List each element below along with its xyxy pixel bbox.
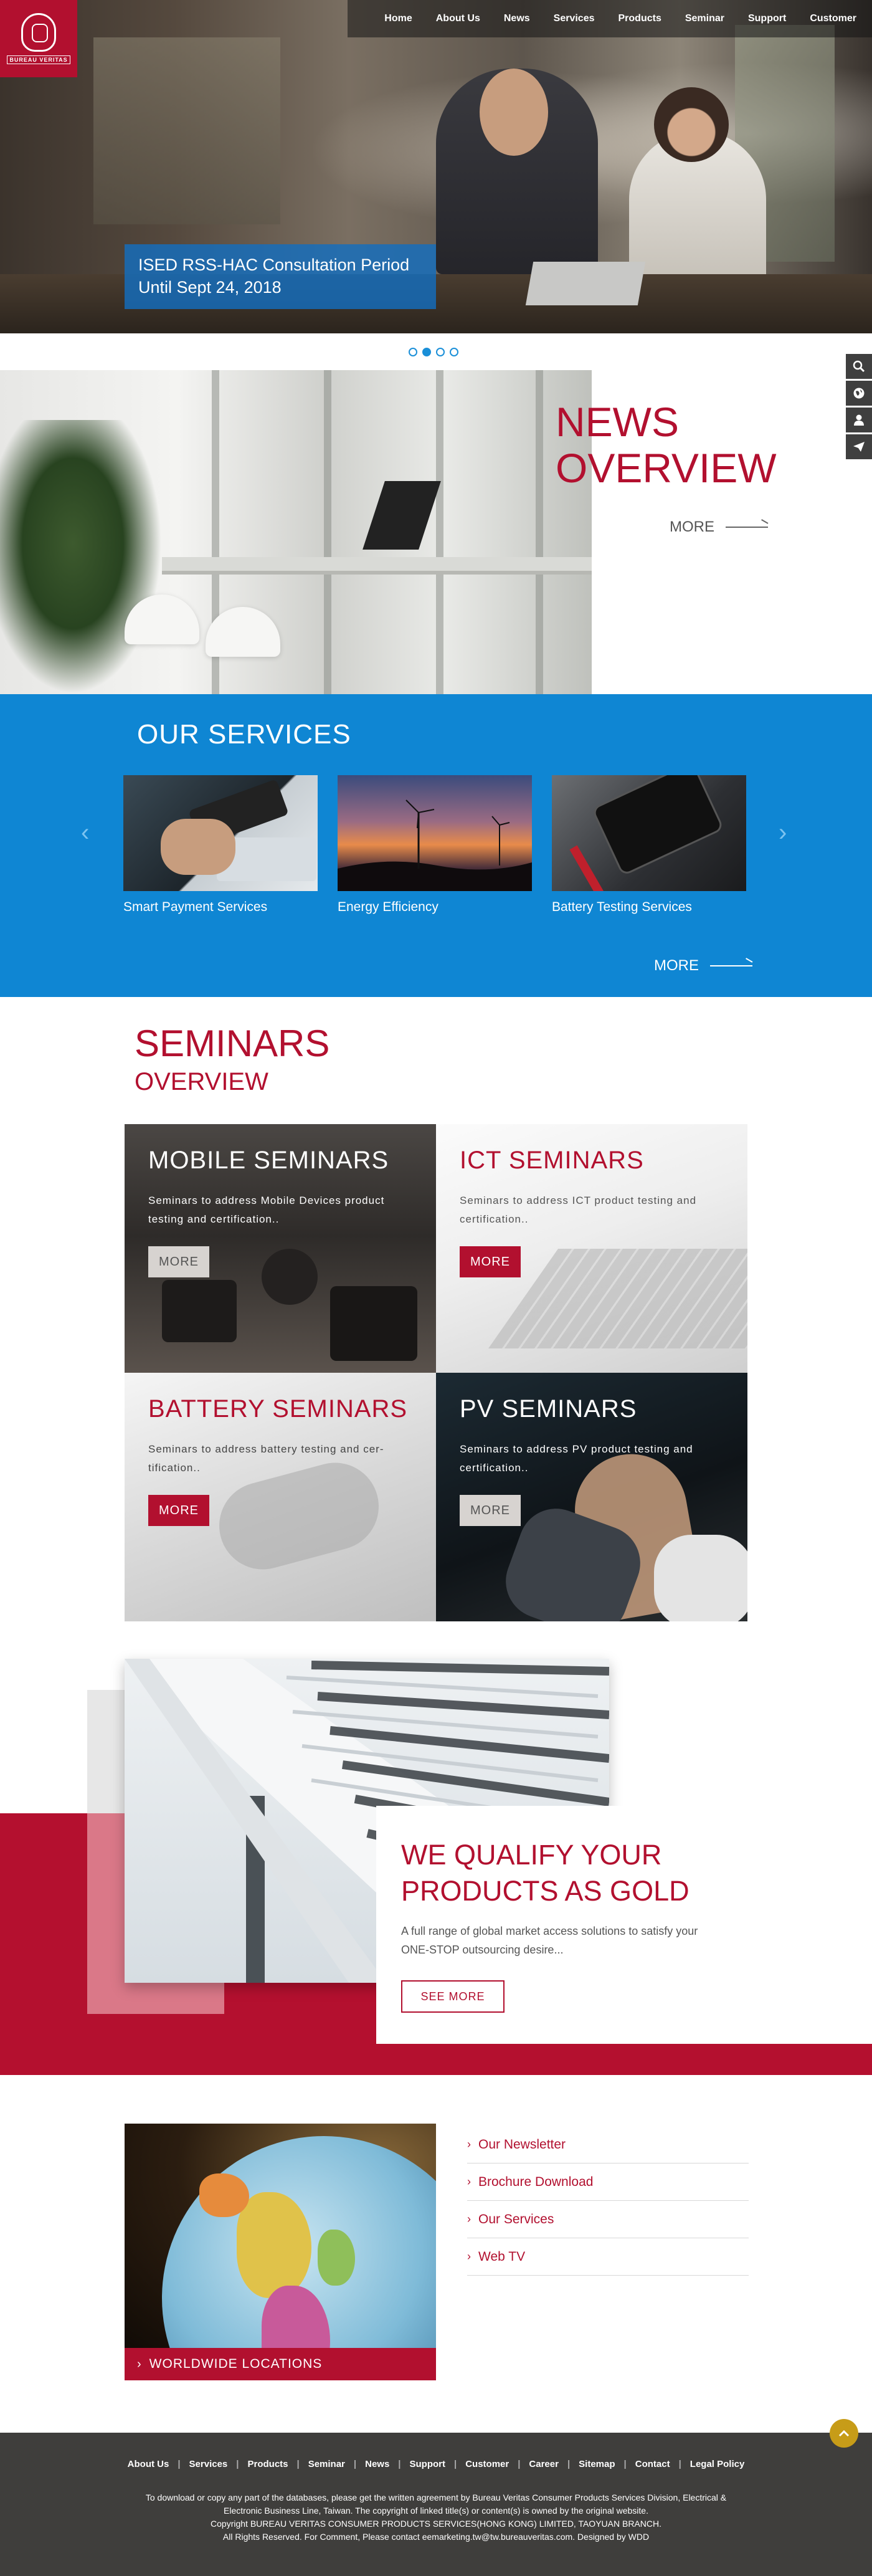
link-web-tv[interactable]: › Web TV [467,2238,749,2276]
service-label: Battery Testing Services [552,900,692,914]
services-more-label: MORE [654,957,699,974]
seal-icon [21,13,56,52]
nav-services[interactable]: Services [542,13,607,24]
service-image [338,775,532,891]
slider-dot-1[interactable] [409,348,417,356]
seminar-card-desc: Seminars to address battery testing and … [148,1443,384,1474]
worldwide-locations-link[interactable]: › WORLDWIDE LOCATIONS [125,2348,436,2380]
nav-products[interactable]: Products [607,13,673,24]
services-more-link[interactable]: MORE [654,957,752,975]
service-label: Energy Efficiency [338,900,438,914]
quick-links: › Our Newsletter › Brochure Download › O… [467,2126,749,2276]
link-brochure-download[interactable]: › Brochure Download [467,2163,749,2201]
nav-news[interactable]: News [492,13,542,24]
hero-banner[interactable]: ISED RSS-HAC Consultation Period Until S… [0,0,872,333]
nav-seminar[interactable]: Seminar [673,13,736,24]
seminar-card-desc: Seminars to address PV product testing a… [460,1443,693,1474]
footer-nav: About Us | Services | Products | Seminar | N… [0,2459,872,2469]
footer: About Us | Services | Products | Seminar | N… [0,2433,872,2576]
seminars-subtitle: OVERVIEW [135,1068,268,1095]
service-card-smart-payment[interactable]: Smart Payment Services [123,775,318,915]
footer-link-news[interactable]: News [356,2459,398,2469]
arrow-right-icon [726,527,768,528]
footer-link-sitemap[interactable]: Sitemap [570,2459,623,2469]
service-label: Smart Payment Services [123,900,268,914]
footer-link-seminar[interactable]: Seminar [300,2459,354,2469]
news-more-label: MORE [670,518,714,535]
footer-link-products[interactable]: Products [239,2459,296,2469]
back-to-top-icon[interactable] [830,2419,858,2448]
seminar-card-pv[interactable]: PV SEMINARS Seminars to address PV produ… [436,1373,747,1621]
footer-link-legal-policy[interactable]: Legal Policy [681,2459,754,2469]
link-our-newsletter[interactable]: › Our Newsletter [467,2126,749,2163]
page: ISED RSS-HAC Consultation Period Until S… [0,0,872,2576]
arrow-right-icon [710,965,752,966]
seminar-card-desc: Seminars to address Mobile Devices produ… [148,1195,385,1225]
qualify-description: A full range of global market access sol… [401,1925,698,1956]
news-more-link[interactable]: MORE [670,518,768,536]
seminar-card-title: ICT SEMINARS [460,1147,644,1174]
slider-dot-4[interactable] [450,348,458,356]
logo[interactable]: BUREAU VERITAS [0,0,77,77]
hero-caption-line1: ISED RSS-HAC Consultation Period [138,255,410,274]
service-image [123,775,318,891]
chevron-left-icon[interactable]: ‹ [81,819,89,847]
nav-customer[interactable]: Customer [798,13,868,24]
footer-link-about-us[interactable]: About Us [119,2459,178,2469]
footer-link-contact[interactable]: Contact [627,2459,679,2469]
footer-link-career[interactable]: Career [520,2459,567,2469]
seminar-battery-more-button[interactable]: MORE [148,1495,209,1526]
worldwide-locations-label: WORLDWIDE LOCATIONS [149,2357,323,2371]
seminar-card-title: MOBILE SEMINARS [148,1147,389,1174]
seminar-card-mobile[interactable]: MOBILE SEMINARS Seminars to address Mobi… [125,1124,436,1373]
link-our-services[interactable]: › Our Services [467,2201,749,2238]
service-card-battery-testing[interactable]: Battery Testing Services [552,775,746,915]
qualify-title: WE QUALIFY YOUR PRODUCTS AS GOLD [401,1839,690,1907]
seminars-title: SEMINARS [135,1023,330,1064]
service-card-energy-efficiency[interactable]: Energy Efficiency [338,775,532,915]
chevron-right-icon: › [137,2357,142,2371]
seminar-card-title: BATTERY SEMINARS [148,1395,408,1423]
nav-about-us[interactable]: About Us [424,13,492,24]
globe-image[interactable] [125,2124,436,2348]
seminar-card-ict[interactable]: ICT SEMINARS Seminars to address ICT pro… [436,1124,747,1373]
seminar-mobile-more-button[interactable]: MORE [148,1246,209,1277]
slider-dot-2[interactable] [422,348,431,356]
chevron-right-icon: › [467,2138,471,2150]
chevron-right-icon: › [467,2213,471,2225]
main-nav: Home About Us News Services Products Sem… [348,0,872,37]
footer-link-support[interactable]: Support [401,2459,455,2469]
qualify-box: WE QUALIFY YOUR PRODUCTS AS GOLD A full … [376,1806,872,2044]
news-image [0,370,592,694]
footer-link-customer[interactable]: Customer [457,2459,518,2469]
news-title: NEWS OVERVIEW [556,399,777,491]
logo-text: BUREAU VERITAS [7,55,70,64]
chevron-right-icon: › [467,2175,471,2188]
hero-caption-line2: Until Sept 24, 2018 [138,278,282,297]
seminar-pv-more-button[interactable]: MORE [460,1495,521,1526]
seminars-grid: MOBILE SEMINARS Seminars to address Mobi… [125,1124,747,1621]
services-title: OUR SERVICES [137,719,351,750]
seminar-ict-more-button[interactable]: MORE [460,1246,521,1277]
chevron-right-icon[interactable]: › [779,819,787,847]
nav-support[interactable]: Support [736,13,798,24]
nav-home[interactable]: Home [372,13,424,24]
seminar-card-desc: Seminars to address ICT product testing … [460,1195,697,1225]
user-icon[interactable] [846,408,872,432]
seminar-card-title: PV SEMINARS [460,1395,637,1423]
service-image [552,775,746,891]
globe-icon[interactable] [846,381,872,406]
hero-caption[interactable]: ISED RSS-HAC Consultation Period Until S… [125,244,436,309]
chevron-right-icon: › [467,2250,471,2263]
footer-copyright: To download or copy any part of the data… [145,2493,727,2542]
slider-dot-3[interactable] [436,348,445,356]
see-more-button[interactable]: SEE MORE [401,1980,505,2013]
search-icon[interactable] [846,354,872,379]
send-icon[interactable] [846,434,872,459]
services-section: OUR SERVICES ‹ › Smart Payment Services [0,694,872,997]
footer-link-services[interactable]: Services [181,2459,237,2469]
side-toolbar [846,354,872,459]
seminar-card-battery[interactable]: BATTERY SEMINARS Seminars to address bat… [125,1373,436,1621]
slider-dots [409,348,458,356]
